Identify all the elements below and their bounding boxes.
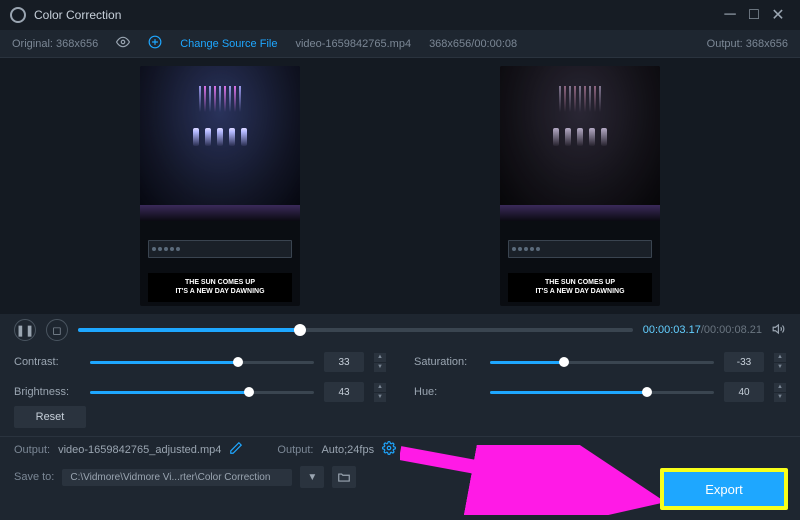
monitor-bar-icon: [148, 240, 292, 258]
brightness-up[interactable]: ▲: [374, 383, 386, 392]
output-label: Output:: [14, 444, 50, 456]
brightness-row: Brightness: 43 ▲▼: [14, 382, 386, 402]
reset-button[interactable]: Reset: [14, 406, 86, 428]
saturation-label: Saturation:: [414, 356, 480, 368]
stop-button[interactable]: ◻: [46, 319, 68, 341]
app-logo-icon: [10, 7, 26, 23]
saturation-down[interactable]: ▼: [774, 363, 786, 372]
contrast-down[interactable]: ▼: [374, 363, 386, 372]
title-bar: Color Correction ─ □ ✕: [0, 0, 800, 30]
minimize-button[interactable]: ─: [718, 5, 742, 25]
source-dims-duration: 368x656/00:00:08: [429, 38, 517, 50]
brightness-down[interactable]: ▼: [374, 393, 386, 402]
hue-slider[interactable]: [490, 391, 714, 394]
current-time: 00:00:03.17: [643, 324, 701, 336]
output-dims-label: Output: 368x656: [707, 38, 788, 50]
output-preview: THE SUN COMES UP IT'S A NEW DAY DAWNING: [500, 66, 660, 306]
save-to-label: Save to:: [14, 471, 54, 483]
saturation-slider[interactable]: [490, 361, 714, 364]
brightness-slider[interactable]: [90, 391, 314, 394]
hue-down[interactable]: ▼: [774, 393, 786, 402]
close-button[interactable]: ✕: [766, 5, 790, 25]
original-preview: THE SUN COMES UP IT'S A NEW DAY DAWNING: [140, 66, 300, 306]
pause-button[interactable]: ❚❚: [14, 319, 36, 341]
caption-output: THE SUN COMES UP IT'S A NEW DAY DAWNING: [508, 273, 652, 302]
monitor-bar-icon: [508, 240, 652, 258]
contrast-slider[interactable]: [90, 361, 314, 364]
maximize-button[interactable]: □: [742, 5, 766, 25]
brightness-label: Brightness:: [14, 386, 80, 398]
output-settings-gear-icon[interactable]: [382, 441, 396, 458]
hue-row: Hue: 40 ▲▼: [414, 382, 786, 402]
hue-value[interactable]: 40: [724, 382, 764, 402]
preview-area: THE SUN COMES UP IT'S A NEW DAY DAWNING …: [0, 58, 800, 314]
playback-bar: ❚❚ ◻ 00:00:03.17/00:00:08.21: [0, 314, 800, 346]
change-source-link[interactable]: Change Source File: [180, 38, 277, 50]
add-source-icon[interactable]: [148, 35, 162, 52]
saturation-row: Saturation: -33 ▲▼: [414, 352, 786, 372]
contrast-up[interactable]: ▲: [374, 353, 386, 362]
hue-up[interactable]: ▲: [774, 383, 786, 392]
original-dims-label: Original: 368x656: [12, 38, 98, 50]
hue-label: Hue:: [414, 386, 480, 398]
contrast-row: Contrast: 33 ▲▼: [14, 352, 386, 372]
output-settings-label: Output:: [277, 444, 313, 456]
open-folder-icon[interactable]: [332, 466, 356, 488]
output-bar: Output: video-1659842765_adjusted.mp4 Ou…: [0, 436, 800, 462]
timeline-slider[interactable]: [78, 328, 633, 332]
saturation-up[interactable]: ▲: [774, 353, 786, 362]
brightness-value[interactable]: 43: [324, 382, 364, 402]
source-filename: video-1659842765.mp4: [295, 38, 411, 50]
total-time: /00:00:08.21: [701, 324, 762, 336]
contrast-value[interactable]: 33: [324, 352, 364, 372]
save-path-dropdown[interactable]: ▼: [300, 466, 324, 488]
source-bar: Original: 368x656 Change Source File vid…: [0, 30, 800, 58]
preview-eye-icon[interactable]: [116, 35, 130, 52]
export-highlight: Export: [660, 468, 788, 510]
window-title: Color Correction: [34, 8, 718, 22]
saturation-value[interactable]: -33: [724, 352, 764, 372]
volume-icon[interactable]: [772, 322, 786, 339]
output-filename: video-1659842765_adjusted.mp4: [58, 444, 221, 456]
color-sliders: Contrast: 33 ▲▼ Saturation: -33 ▲▼ Brigh…: [0, 346, 800, 404]
contrast-label: Contrast:: [14, 356, 80, 368]
export-button[interactable]: Export: [664, 472, 784, 506]
timecode: 00:00:03.17/00:00:08.21: [643, 324, 762, 336]
output-settings-value: Auto;24fps: [321, 444, 374, 456]
save-path-field[interactable]: C:\Vidmore\Vidmore Vi...rter\Color Corre…: [62, 469, 292, 486]
edit-output-filename-icon[interactable]: [229, 441, 243, 458]
caption-original: THE SUN COMES UP IT'S A NEW DAY DAWNING: [148, 273, 292, 302]
